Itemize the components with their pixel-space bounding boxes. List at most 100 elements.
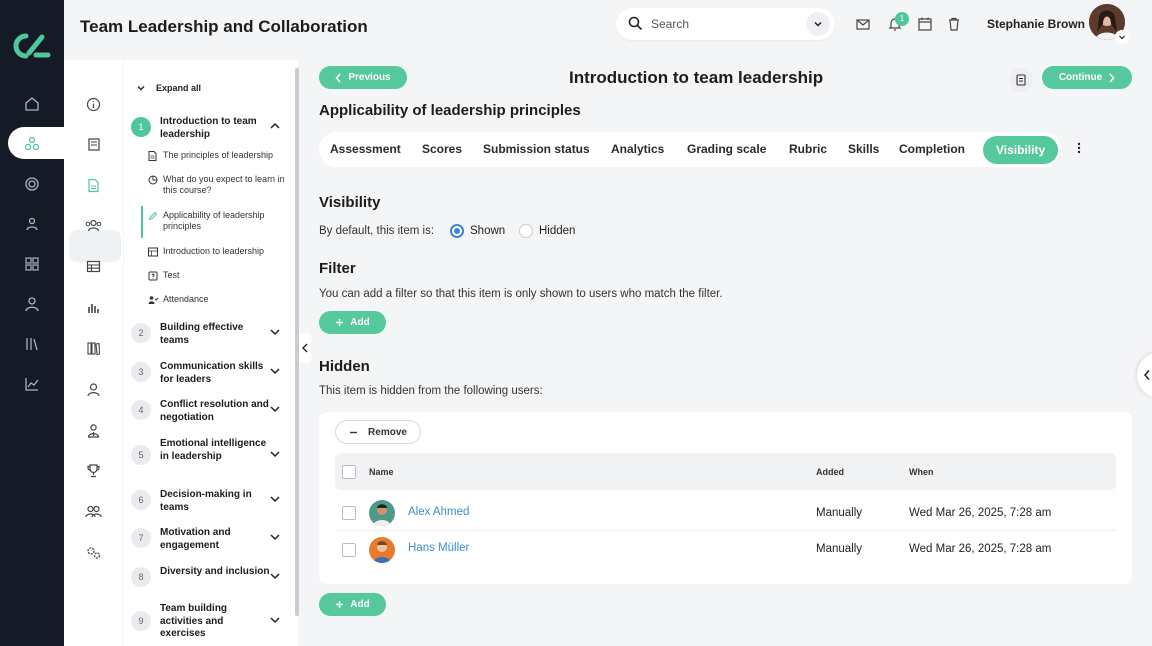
user-tie-icon[interactable] — [84, 421, 102, 439]
user-name[interactable]: Stephanie Brown — [987, 17, 1085, 31]
chevron-down-icon[interactable] — [806, 12, 830, 36]
grid-icon[interactable] — [22, 254, 42, 274]
lesson-label: What do you expect to learn in this cour… — [163, 174, 285, 195]
tab-bar: Assessment Scores Submission status Anal… — [319, 132, 1061, 167]
module-number: 4 — [131, 400, 151, 420]
chevron-left-icon — [1143, 370, 1150, 380]
lesson-item-active[interactable]: Applicability of leadership principles — [148, 210, 296, 232]
chevron-down-icon[interactable] — [269, 531, 281, 543]
chevron-down-icon[interactable] — [269, 570, 281, 582]
book-icon[interactable] — [84, 135, 102, 153]
row-checkbox[interactable] — [342, 543, 356, 557]
lesson-item[interactable]: The principles of leadership — [148, 150, 296, 164]
remove-button[interactable]: Remove — [335, 420, 421, 444]
visibility-heading: Visibility — [319, 194, 381, 211]
library-icon[interactable] — [22, 334, 42, 354]
module-title: Introduction to team leadership — [160, 116, 257, 140]
row-checkbox[interactable] — [342, 506, 356, 520]
when-value: Wed Mar 26, 2025, 7:28 am — [909, 507, 1052, 519]
home-icon[interactable] — [22, 94, 42, 114]
user-icon[interactable] — [84, 380, 102, 398]
module-number: 2 — [131, 323, 151, 343]
chevron-up-icon[interactable] — [269, 120, 281, 132]
tab-completion[interactable]: Completion — [899, 142, 965, 156]
expand-all-toggle[interactable]: Expand all — [136, 83, 201, 93]
tab-scores[interactable]: Scores — [422, 142, 462, 156]
books-icon[interactable] — [84, 339, 102, 357]
avatar — [369, 537, 395, 563]
module-number: 1 — [131, 117, 151, 137]
chevron-down-icon[interactable] — [1115, 30, 1129, 44]
search-icon — [628, 16, 643, 36]
chevron-down-icon[interactable] — [269, 403, 281, 415]
trash-icon[interactable] — [946, 16, 962, 32]
plus-icon — [336, 601, 344, 608]
info-icon[interactable] — [84, 95, 102, 113]
column-when[interactable]: When — [909, 467, 934, 477]
when-value: Wed Mar 26, 2025, 7:28 am — [909, 543, 1052, 555]
section-icon-bar — [64, 60, 123, 646]
search-input[interactable]: Search — [616, 8, 835, 40]
bar-chart-icon[interactable] — [84, 298, 102, 316]
pencil-icon — [148, 210, 158, 232]
app-rail — [0, 0, 68, 646]
mail-icon[interactable] — [855, 16, 871, 32]
module-number: 8 — [131, 567, 151, 587]
person-icon[interactable] — [22, 294, 42, 314]
tab-rubric[interactable]: Rubric — [789, 142, 827, 156]
add-user-button[interactable]: Add — [319, 593, 386, 616]
target-icon[interactable] — [22, 174, 42, 194]
group-icon[interactable] — [84, 502, 102, 520]
plus-icon — [336, 319, 344, 326]
lesson-item[interactable]: Attendance — [148, 294, 296, 308]
remove-label: Remove — [368, 426, 407, 438]
table-icon[interactable] — [84, 257, 102, 275]
tab-analytics[interactable]: Analytics — [611, 142, 664, 156]
added-value: Manually — [816, 543, 863, 555]
lesson-item[interactable]: Introduction to leadership — [148, 246, 296, 260]
column-name[interactable]: Name — [369, 467, 394, 477]
chevron-down-icon[interactable] — [269, 448, 281, 460]
filter-heading: Filter — [319, 260, 356, 277]
chevron-down-icon[interactable] — [269, 326, 281, 338]
logo-icon[interactable] — [12, 31, 52, 61]
user-name-link[interactable]: Alex Ahmed — [408, 506, 469, 518]
lesson-item[interactable]: What do you expect to learn in this cour… — [148, 174, 296, 196]
tab-skills[interactable]: Skills — [848, 142, 879, 156]
chevron-down-icon[interactable] — [269, 614, 281, 626]
radio-shown[interactable]: Shown — [450, 224, 505, 238]
attendance-icon — [148, 294, 159, 308]
lesson-item[interactable]: Test — [148, 270, 296, 284]
tab-visibility[interactable]: Visibility — [983, 136, 1059, 164]
select-all-checkbox[interactable] — [342, 465, 356, 479]
tab-submission-status[interactable]: Submission status — [483, 142, 590, 156]
network-icon[interactable] — [22, 134, 42, 154]
calendar-icon[interactable] — [917, 16, 933, 32]
chart-icon[interactable] — [22, 374, 42, 394]
previous-button[interactable]: Previous — [319, 66, 407, 89]
notes-button[interactable] — [1009, 68, 1033, 92]
more-options-icon[interactable] — [1077, 142, 1081, 154]
expand-right-panel-button[interactable] — [1137, 352, 1152, 398]
chevron-down-icon[interactable] — [269, 365, 281, 377]
settings-icon[interactable] — [84, 543, 102, 561]
users-icon[interactable] — [22, 214, 42, 234]
column-added[interactable]: Added — [816, 467, 844, 477]
people-icon[interactable] — [84, 216, 102, 234]
user-name-link[interactable]: Hans Müller — [408, 542, 469, 554]
hidden-description: This item is hidden from the following u… — [319, 385, 543, 397]
continue-button[interactable]: Continue — [1042, 66, 1132, 89]
module-number: 5 — [131, 445, 151, 465]
trophy-icon[interactable] — [84, 461, 102, 479]
table-header: Name Added When — [335, 453, 1116, 490]
collapse-outline-button[interactable] — [299, 333, 311, 363]
add-filter-button[interactable]: Add — [319, 311, 386, 334]
chevron-down-icon[interactable] — [269, 493, 281, 505]
previous-label: Previous — [348, 72, 391, 83]
module-number: 3 — [131, 362, 151, 382]
tab-grading-scale[interactable]: Grading scale — [687, 142, 766, 156]
tab-assessment[interactable]: Assessment — [330, 142, 401, 156]
chevron-right-icon — [1109, 72, 1115, 83]
document-icon[interactable] — [84, 176, 102, 194]
radio-hidden[interactable]: Hidden — [519, 224, 575, 238]
